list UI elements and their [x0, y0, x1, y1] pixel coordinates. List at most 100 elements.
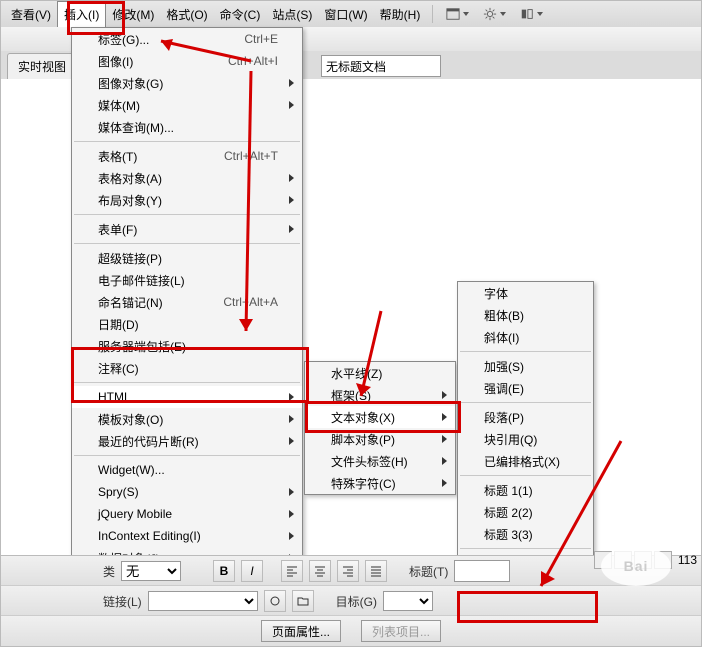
align-right-icon[interactable]: [337, 560, 359, 582]
align-center-icon[interactable]: [309, 560, 331, 582]
html-submenu-item[interactable]: 水平线(Z): [305, 362, 455, 384]
align-justify-icon[interactable]: [365, 560, 387, 582]
insert-menu-item[interactable]: 表格对象(A): [72, 167, 302, 189]
menu-shortcut: Ctrl+Alt+T: [224, 149, 278, 163]
insert-menu-item[interactable]: 超级链接(P): [72, 247, 302, 269]
menu-format[interactable]: 格式(O): [160, 2, 213, 27]
text-submenu-item[interactable]: 字体: [458, 282, 593, 304]
label-target: 目标(G): [336, 593, 377, 610]
insert-menu-item[interactable]: 最近的代码片断(R): [72, 430, 302, 452]
insert-menu-item[interactable]: HTML: [72, 386, 302, 408]
submenu-arrow-icon: [289, 437, 294, 445]
insert-menu: 标签(G)...Ctrl+E图像(I)Ctrl+Alt+I 图像对象(G) 媒体(M…: [71, 27, 303, 621]
text-submenu-item[interactable]: 粗体(B): [458, 304, 593, 326]
select-link[interactable]: [148, 591, 258, 611]
link-folder-icon[interactable]: [292, 590, 314, 612]
menu-item-label: 特殊字符(C): [331, 475, 396, 492]
menu-item-label: 最近的代码片断(R): [98, 433, 199, 450]
text-submenu-item[interactable]: 块引用(Q): [458, 428, 593, 450]
menu-item-label: 服务器端包括(E): [98, 338, 186, 355]
select-target[interactable]: [383, 591, 433, 611]
text-submenu-item[interactable]: 强调(E): [458, 377, 593, 399]
submenu-arrow-icon: [289, 174, 294, 182]
insert-menu-item[interactable]: 标签(G)...Ctrl+E: [72, 28, 302, 50]
text-submenu-item[interactable]: 段落(P): [458, 406, 593, 428]
text-submenu-item[interactable]: 斜体(I): [458, 326, 593, 348]
label-link: 链接(L): [103, 593, 142, 610]
insert-menu-item[interactable]: 布局对象(Y): [72, 189, 302, 211]
insert-menu-item[interactable]: 注释(C): [72, 357, 302, 379]
html-submenu-item[interactable]: 文本对象(X): [305, 406, 455, 428]
menu-item-label: 斜体(I): [484, 329, 519, 346]
menu-window[interactable]: 窗口(W): [318, 2, 373, 27]
insert-menu-item[interactable]: 图像对象(G): [72, 72, 302, 94]
menu-modify[interactable]: 修改(M): [106, 2, 160, 27]
menu-site[interactable]: 站点(S): [266, 2, 318, 27]
insert-menu-item[interactable]: 表格(T)Ctrl+Alt+T: [72, 145, 302, 167]
submenu-arrow-icon: [289, 225, 294, 233]
insert-menu-item[interactable]: InContext Editing(I): [72, 525, 302, 547]
insert-menu-item[interactable]: jQuery Mobile: [72, 503, 302, 525]
insert-menu-item[interactable]: 电子邮件链接(L): [72, 269, 302, 291]
menu-item-label: 段落(P): [484, 409, 524, 426]
bold-button[interactable]: B: [213, 560, 235, 582]
menu-view[interactable]: 查看(V): [5, 2, 57, 27]
menu-item-label: Spry(S): [98, 485, 139, 499]
select-class[interactable]: 无: [121, 561, 181, 581]
html-submenu-item[interactable]: 文件头标签(H): [305, 450, 455, 472]
menu-item-label: 命名锚记(N): [98, 294, 163, 311]
document-title-input[interactable]: [321, 55, 441, 77]
menu-item-label: InContext Editing(I): [98, 529, 201, 543]
submenu-arrow-icon: [289, 415, 294, 423]
menu-item-label: 媒体查询(M)...: [98, 119, 174, 136]
menu-item-label: 图像对象(G): [98, 75, 163, 92]
insert-menu-item[interactable]: 命名锚记(N) Ctrl+Alt+A: [72, 291, 302, 313]
list-items-button[interactable]: 列表项目...: [361, 620, 441, 642]
toolbar-gear-icon[interactable]: [479, 5, 510, 23]
insert-menu-item[interactable]: 图像(I)Ctrl+Alt+I: [72, 50, 302, 72]
insert-menu-item[interactable]: 表单(F): [72, 218, 302, 240]
toolbar-layout-icon[interactable]: [442, 5, 473, 23]
label-class: 类: [103, 563, 115, 580]
menu-bar: 查看(V) 插入(I) 修改(M) 格式(O) 命令(C) 站点(S) 窗口(W…: [1, 1, 701, 28]
menu-item-label: 文件头标签(H): [331, 453, 408, 470]
insert-menu-item[interactable]: 日期(D): [72, 313, 302, 335]
menu-item-label: 块引用(Q): [484, 431, 537, 448]
menu-item-label: 标签(G)...: [98, 31, 149, 48]
insert-menu-item[interactable]: 服务器端包括(E): [72, 335, 302, 357]
link-browse-icon[interactable]: [264, 590, 286, 612]
menu-item-label: 水平线(Z): [331, 365, 382, 382]
menu-item-label: HTML: [98, 390, 131, 404]
menu-help[interactable]: 帮助(H): [374, 2, 427, 27]
toolbar-view-icon[interactable]: [516, 5, 547, 23]
insert-menu-item[interactable]: Spry(S): [72, 481, 302, 503]
menu-command[interactable]: 命令(C): [214, 2, 267, 27]
label-title: 标题(T): [409, 563, 448, 580]
insert-menu-item[interactable]: Widget(W)...: [72, 459, 302, 481]
text-submenu-item[interactable]: 加强(S): [458, 355, 593, 377]
html-submenu-item[interactable]: 脚本对象(P): [305, 428, 455, 450]
submenu-arrow-icon: [442, 391, 447, 399]
html-submenu-item[interactable]: 框架(S): [305, 384, 455, 406]
menu-item-label: 已编排格式(X): [484, 453, 560, 470]
insert-menu-item[interactable]: 媒体(M): [72, 94, 302, 116]
html-submenu-item[interactable]: 特殊字符(C): [305, 472, 455, 494]
submenu-arrow-icon: [289, 488, 294, 496]
text-submenu-item[interactable]: 标题 3(3): [458, 523, 593, 545]
italic-button[interactable]: I: [241, 560, 263, 582]
insert-menu-item[interactable]: 媒体查询(M)...: [72, 116, 302, 138]
align-left-icon[interactable]: [281, 560, 303, 582]
menu-insert[interactable]: 插入(I): [57, 1, 106, 28]
menu-item-label: 粗体(B): [484, 307, 524, 324]
menu-shortcut: Ctrl+Alt+A: [223, 295, 278, 309]
submenu-arrow-icon: [289, 393, 294, 401]
submenu-arrow-icon: [289, 532, 294, 540]
insert-menu-item[interactable]: 模板对象(O): [72, 408, 302, 430]
input-title[interactable]: [454, 560, 510, 582]
text-submenu-item[interactable]: 标题 2(2): [458, 501, 593, 523]
page-properties-button[interactable]: 页面属性...: [261, 620, 341, 642]
text-submenu-item[interactable]: 已编排格式(X): [458, 450, 593, 472]
tab-live-view[interactable]: 实时视图: [7, 53, 77, 79]
text-submenu-item[interactable]: 标题 1(1): [458, 479, 593, 501]
menu-item-label: 文本对象(X): [331, 409, 395, 426]
